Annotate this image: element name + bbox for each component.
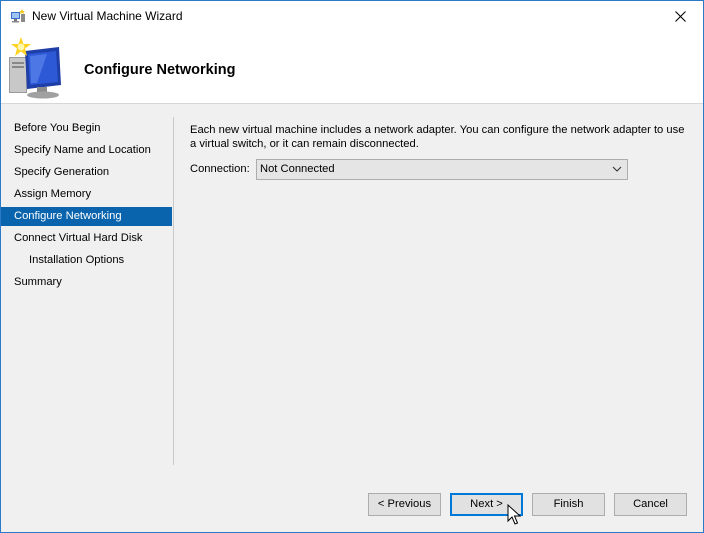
connection-selected-value: Not Connected	[260, 163, 335, 175]
window-title: New Virtual Machine Wizard	[32, 9, 183, 23]
cancel-button[interactable]: Cancel	[614, 493, 687, 516]
mouse-cursor-icon	[507, 504, 522, 525]
sidebar-item-specify-name-and-location[interactable]: Specify Name and Location	[1, 141, 172, 160]
title-bar: New Virtual Machine Wizard	[1, 1, 703, 31]
sidebar-item-specify-generation[interactable]: Specify Generation	[1, 163, 172, 182]
sidebar-item-before-you-begin[interactable]: Before You Begin	[1, 119, 172, 138]
wizard-header: Configure Networking	[1, 31, 703, 104]
close-button[interactable]	[657, 1, 703, 31]
sidebar-item-configure-networking[interactable]: Configure Networking	[1, 207, 172, 226]
hyperv-app-icon	[10, 9, 26, 23]
finish-button[interactable]: Finish	[532, 493, 605, 516]
content-panel: Each new virtual machine includes a netw…	[190, 123, 690, 180]
sidebar-divider	[173, 117, 174, 465]
close-icon	[674, 10, 686, 22]
page-title: Configure Networking	[84, 62, 236, 78]
wizard-steps-nav: Before You Begin Specify Name and Locati…	[1, 117, 173, 465]
connection-label: Connection:	[190, 163, 250, 175]
description-text: Each new virtual machine includes a netw…	[190, 124, 685, 150]
chevron-down-icon	[612, 166, 622, 172]
wizard-window: New Virtual Machine Wizard Configure Net…	[0, 0, 704, 533]
sidebar-item-assign-memory[interactable]: Assign Memory	[1, 185, 172, 204]
sidebar-item-summary[interactable]: Summary	[1, 273, 172, 292]
connection-dropdown[interactable]: Not Connected	[256, 159, 628, 180]
sidebar-item-connect-virtual-hard-disk[interactable]: Connect Virtual Hard Disk	[1, 229, 172, 248]
previous-button[interactable]: < Previous	[368, 493, 441, 516]
new-vm-wizard-icon	[7, 37, 67, 99]
sidebar-item-installation-options[interactable]: Installation Options	[1, 251, 172, 270]
